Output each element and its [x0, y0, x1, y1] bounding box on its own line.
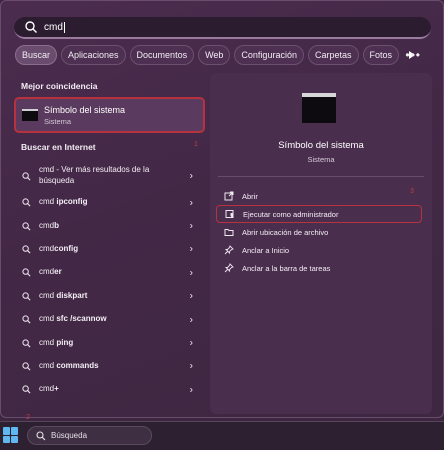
search-icon	[22, 362, 31, 371]
action-label: Anclar a Inicio	[242, 245, 290, 255]
detail-title: Símbolo del sistema	[278, 140, 364, 151]
list-item[interactable]: cmder ›	[14, 261, 205, 284]
taskbar-search-placeholder: Búsqueda	[51, 431, 88, 440]
search-icon	[22, 245, 31, 254]
chevron-right-icon: ›	[189, 267, 193, 279]
taskbar-search-box[interactable]: Búsqueda	[27, 426, 152, 445]
action-pin-taskbar[interactable]: Anclar a la barra de tareas	[216, 259, 422, 277]
tab-carpetas[interactable]: Carpetas	[307, 45, 359, 65]
divider	[218, 176, 424, 177]
best-match-title: Símbolo del sistema	[44, 104, 126, 115]
tab-fotos[interactable]: Fotos	[362, 45, 400, 65]
result-text: cmd ping	[39, 337, 74, 347]
list-item[interactable]: cmdconfig ›	[14, 238, 205, 261]
internet-heading: Buscar en Internet	[21, 142, 96, 152]
annotation-marker-1: 1	[194, 141, 198, 148]
action-label: Ejecutar como administrador	[243, 209, 339, 219]
action-open-file-location[interactable]: Abrir ubicación de archivo	[216, 223, 422, 241]
best-match-subtitle: Sistema	[44, 116, 72, 126]
result-text: cmd ipconfig	[39, 197, 88, 207]
result-text: cmd commands	[39, 361, 99, 371]
search-input[interactable]: cmd	[14, 17, 431, 39]
search-icon	[22, 268, 31, 277]
detail-pane: Símbolo del sistema Sistema 3 Abrir Ejec…	[210, 73, 432, 414]
tab-aplicaciones[interactable]: Aplicaciones	[61, 45, 126, 65]
search-icon	[22, 171, 31, 180]
list-item[interactable]: cmd commands ›	[14, 355, 205, 378]
search-query: cmd	[44, 21, 63, 33]
action-run-as-admin[interactable]: Ejecutar como administrador	[216, 205, 422, 223]
divider	[0, 421, 444, 422]
taskbar: Búsqueda	[0, 421, 444, 450]
list-item[interactable]: cmd ipconfig ›	[14, 191, 205, 214]
chevron-right-icon: ›	[189, 337, 193, 349]
folder-icon	[224, 229, 234, 236]
list-item[interactable]: cmdb ›	[14, 214, 205, 237]
list-item[interactable]: cmd - Ver más resultados de la búsqueda …	[14, 161, 205, 191]
list-item[interactable]: cmd sfc /scannow ›	[14, 308, 205, 331]
action-label: Abrir	[242, 191, 258, 201]
detail-subtitle: Sistema	[307, 155, 335, 164]
tab-web[interactable]: Web	[198, 45, 231, 65]
tab-buscar[interactable]: Buscar	[15, 45, 58, 65]
cmd-app-icon	[22, 109, 38, 121]
result-text: cmder	[39, 267, 62, 277]
action-label: Anclar a la barra de tareas	[242, 263, 331, 273]
chevron-right-icon: ›	[189, 314, 193, 326]
result-text: cmd sfc /scannow	[39, 314, 107, 324]
search-icon	[22, 292, 31, 301]
chevron-right-icon: ›	[189, 290, 193, 302]
action-label: Abrir ubicación de archivo	[242, 227, 329, 237]
result-text: cmd+	[39, 384, 59, 394]
chevron-right-icon: ›	[189, 360, 193, 372]
result-text: cmdb	[39, 220, 60, 230]
search-icon	[22, 315, 31, 324]
search-icon	[22, 338, 31, 348]
windows-start-icon[interactable]	[3, 427, 19, 443]
list-item[interactable]: cmd+ ›	[14, 378, 205, 401]
search-icon	[22, 221, 31, 231]
chevron-right-icon: ›	[189, 220, 193, 232]
more-options-button[interactable]: •••	[405, 48, 421, 62]
start-search-panel: cmd Buscar Aplicaciones Documentos Web C…	[0, 0, 444, 418]
best-match-heading: Mejor coincidencia	[21, 81, 98, 91]
annotation-marker-2: 2	[26, 414, 30, 421]
list-item[interactable]: cmd diskpart ›	[14, 285, 205, 308]
internet-results-list: cmd - Ver más resultados de la búsqueda …	[14, 161, 205, 402]
search-icon	[22, 385, 31, 394]
search-icon	[36, 430, 46, 440]
chevron-right-icon: ›	[189, 243, 193, 255]
search-icon	[25, 21, 37, 33]
open-external-icon	[224, 191, 234, 201]
result-text: cmdconfig	[39, 244, 79, 254]
shield-admin-icon	[225, 210, 234, 218]
result-text: cmd - Ver más resultados de la búsqueda	[39, 165, 150, 185]
search-icon	[22, 198, 31, 207]
chevron-right-icon: ›	[189, 197, 193, 209]
text-cursor	[63, 21, 65, 33]
pin-icon	[224, 263, 234, 273]
pin-icon	[224, 245, 234, 255]
action-open[interactable]: Abrir	[216, 187, 422, 205]
filter-tabs: Buscar Aplicaciones Documentos Web Confi…	[15, 45, 425, 65]
result-text: cmd diskpart	[39, 290, 88, 300]
action-pin-start[interactable]: Anclar a Inicio	[216, 241, 422, 259]
chevron-right-icon: ›	[189, 384, 193, 396]
best-match-result[interactable]: Símbolo del sistema Sistema	[14, 97, 205, 133]
cmd-app-large-icon	[302, 93, 336, 123]
list-item[interactable]: cmd ping ›	[14, 331, 205, 354]
tab-documentos[interactable]: Documentos	[129, 45, 195, 65]
chevron-right-icon: ›	[189, 170, 193, 182]
tab-configuracion[interactable]: Configuración	[234, 45, 304, 65]
